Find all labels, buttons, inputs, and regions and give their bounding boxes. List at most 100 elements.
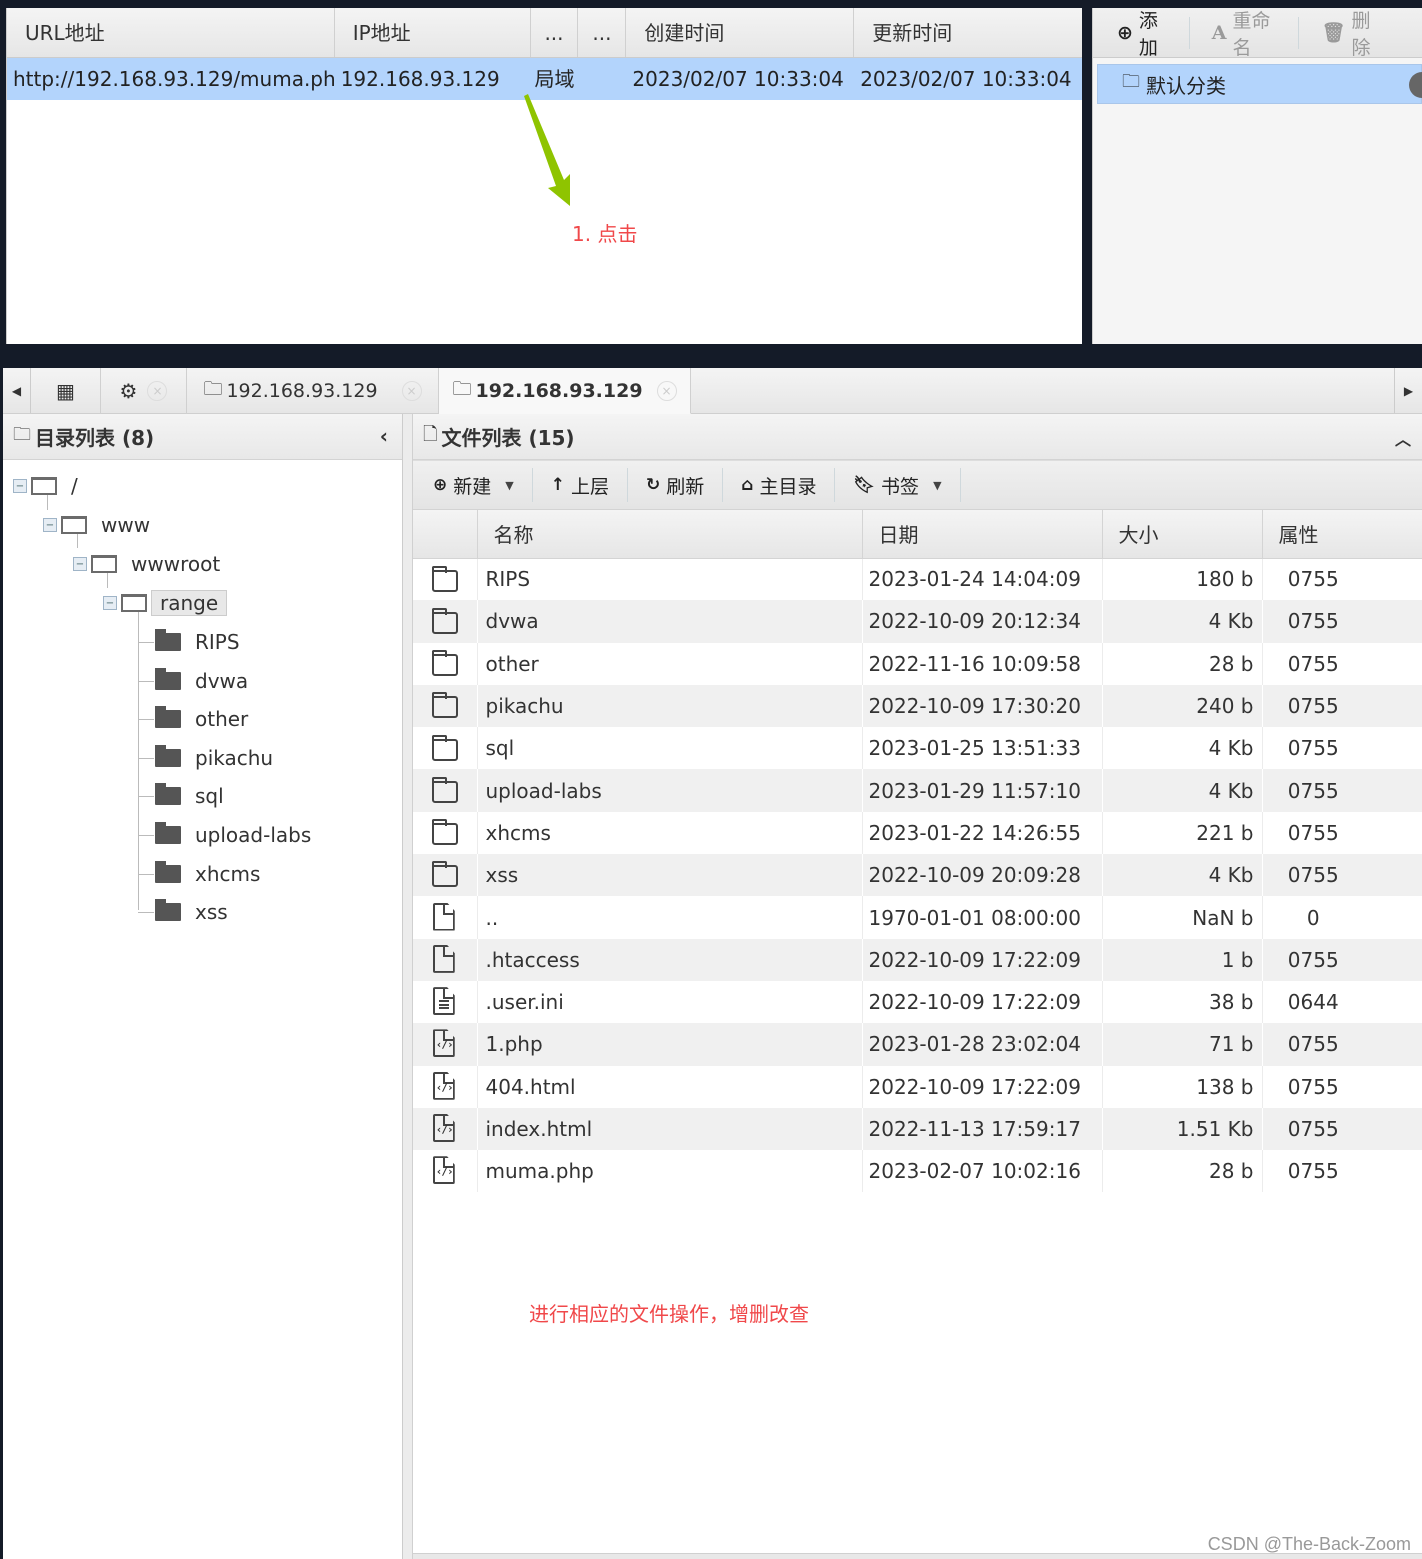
up-button[interactable]: ↑ 上层: [551, 468, 628, 502]
tab-close-button[interactable]: ×: [401, 381, 422, 401]
collapse-toggle-icon[interactable]: −: [43, 518, 57, 532]
rename-label: 重命名: [1232, 9, 1271, 59]
column-header-location[interactable]: ...: [531, 8, 579, 57]
tab-scroll-left[interactable]: ◀: [3, 368, 31, 413]
column-header-name[interactable]: 名称: [477, 510, 863, 559]
file-date: 1970-01-01 08:00:00: [862, 896, 1103, 939]
file-row[interactable]: xss 2022-10-09 20:09:28 4 Kb 0755: [413, 854, 1422, 897]
code-file-icon: ‹/›: [432, 1029, 457, 1059]
file-date: 2022-10-09 20:09:28: [862, 854, 1103, 897]
column-header-ip[interactable]: IP地址: [335, 8, 531, 57]
column-header-attr[interactable]: 属性: [1262, 510, 1422, 559]
tab-home[interactable]: ▦: [31, 368, 101, 414]
rename-category-button[interactable]: A 重命名: [1212, 10, 1300, 59]
category-toolbar: ⊕ 添加 A 重命名 🗑 删除: [1093, 8, 1422, 59]
column-header-date[interactable]: 日期: [862, 510, 1103, 559]
tree-node-label: xhcms: [195, 861, 261, 886]
file-row[interactable]: .user.ini 2022-10-09 17:22:09 38 b 0644: [413, 980, 1422, 1024]
collapse-toggle-icon[interactable]: −: [13, 479, 27, 493]
folder-closed-icon: [155, 744, 181, 767]
arrow-up-icon: ↑: [550, 475, 565, 495]
file-icon-cell: ‹/›: [413, 1023, 478, 1066]
bookmark-icon: 🔖︎: [853, 475, 876, 495]
tab-close-button[interactable]: ×: [147, 381, 168, 401]
column-header-updated[interactable]: 更新时间: [854, 8, 1082, 57]
tree-node-xhcms[interactable]: xhcms: [155, 857, 260, 891]
tab-shell-1[interactable]: 🗀 192.168.93.129 ×: [187, 368, 439, 414]
column-header-note[interactable]: ...: [578, 8, 627, 57]
bookmark-button[interactable]: 🔖︎ 书签 ▼: [853, 468, 961, 502]
file-size: 38 b: [1102, 980, 1263, 1024]
tree-line: [138, 719, 154, 721]
tree-node-www[interactable]: − www: [43, 508, 150, 542]
file-row[interactable]: ‹/› 1.php 2023-01-28 23:02:04 71 b 0755: [413, 1023, 1422, 1066]
file-icon-cell: [413, 769, 478, 812]
file-row[interactable]: dvwa 2022-10-09 20:12:34 4 Kb 0755: [413, 600, 1422, 643]
collapse-up-icon[interactable]: ︿: [1395, 426, 1411, 450]
file-size: 1.51 Kb: [1102, 1107, 1263, 1151]
pane-splitter[interactable]: [403, 414, 413, 1559]
file-row[interactable]: xhcms 2023-01-22 14:26:55 221 b 0755: [413, 811, 1422, 855]
tree-node-rips[interactable]: RIPS: [155, 625, 240, 659]
file-date: 2022-11-16 10:09:58: [862, 642, 1103, 685]
collapse-toggle-icon[interactable]: −: [103, 596, 117, 610]
file-row[interactable]: ‹/› 404.html 2022-10-09 17:22:09 138 b 0755: [413, 1065, 1422, 1108]
annotation-step-2: 进行相应的文件操作，增删改查: [529, 1302, 809, 1326]
file-size: 138 b: [1102, 1065, 1263, 1108]
tab-shell-2[interactable]: 🗀 192.168.93.129 ×: [439, 368, 691, 414]
file-attr: 0755: [1262, 558, 1422, 601]
collapse-toggle-icon[interactable]: −: [73, 557, 87, 571]
column-header-size[interactable]: 大小: [1102, 510, 1263, 559]
column-header-url[interactable]: URL地址: [7, 8, 335, 57]
folder-open-icon: [61, 516, 87, 534]
column-header-created[interactable]: 创建时间: [626, 8, 855, 57]
tree-node-dvwa[interactable]: dvwa: [155, 664, 248, 698]
file-row[interactable]: pikachu 2022-10-09 17:30:20 240 b 0755: [413, 684, 1422, 728]
file-name: upload-labs: [477, 769, 863, 812]
category-item-default[interactable]: 🗀 默认分类: [1097, 64, 1422, 104]
tree-node-wwwroot[interactable]: − wwwroot: [73, 547, 220, 581]
tree-node-pikachu[interactable]: pikachu: [155, 741, 273, 775]
file-date: 2022-11-13 17:59:17: [862, 1107, 1103, 1151]
file-icon-cell: [413, 938, 478, 981]
collapse-left-icon[interactable]: ‹: [380, 424, 388, 448]
new-button[interactable]: ⊕ 新建 ▼: [433, 468, 533, 502]
tree-node-upload-labs[interactable]: upload-labs: [155, 818, 311, 852]
file-icon-cell: [413, 600, 478, 643]
file-row[interactable]: ‹/› muma.php 2023-02-07 10:02:16 28 b 0755: [413, 1150, 1422, 1193]
gear-icon: ⚙: [119, 379, 138, 403]
trash-icon: 🗑: [1321, 22, 1346, 44]
refresh-button[interactable]: ↻ 刷新: [646, 468, 724, 502]
folder-icon: [431, 734, 458, 761]
file-row[interactable]: other 2022-11-16 10:09:58 28 b 0755: [413, 642, 1422, 685]
file-size: 180 b: [1102, 558, 1263, 601]
tree-node-label: range: [151, 590, 228, 616]
directory-pane-header: 🗀 目录列表 (8) ‹: [3, 414, 402, 460]
tree-node-range[interactable]: − range: [103, 586, 228, 620]
file-row[interactable]: ‹/› index.html 2022-11-13 17:59:17 1.51 Kb 0…: [413, 1107, 1422, 1151]
tree-node-sql[interactable]: sql: [155, 779, 224, 813]
home-button[interactable]: ⌂ 主目录: [741, 468, 836, 502]
tab-scroll-right[interactable]: ▶: [1394, 368, 1422, 413]
tab-close-button[interactable]: ×: [656, 380, 677, 401]
file-row[interactable]: RIPS 2023-01-24 14:04:09 180 b 0755: [413, 558, 1422, 601]
file-attr: 0: [1262, 896, 1422, 939]
tree-node-root[interactable]: − /: [13, 469, 78, 503]
file-row[interactable]: upload-labs 2023-01-29 11:57:10 4 Kb 0755: [413, 769, 1422, 812]
shell-manager-section: URL地址 IP地址 ... ... 创建时间 更新时间 http://192.…: [0, 0, 1422, 344]
file-row[interactable]: sql 2023-01-25 13:51:33 4 Kb 0755: [413, 727, 1422, 770]
file-row[interactable]: .. 1970-01-01 08:00:00 NaN b0: [413, 896, 1422, 939]
file-size: 4 Kb: [1102, 727, 1263, 770]
folder-icon: [431, 607, 458, 634]
annotation-arrow-icon: [524, 94, 570, 206]
caret-down-icon: ▼: [505, 478, 514, 492]
delete-category-button[interactable]: 🗑 删除: [1321, 10, 1400, 59]
file-name: index.html: [477, 1107, 863, 1151]
tab-bar-spacer: [691, 368, 1394, 413]
file-attr: 0755: [1262, 1065, 1422, 1108]
tab-settings[interactable]: ⚙ ×: [101, 368, 187, 414]
file-row[interactable]: .htaccess 2022-10-09 17:22:09 1 b 0755: [413, 938, 1422, 981]
tree-node-xss[interactable]: xss: [155, 895, 228, 929]
tree-node-other[interactable]: other: [155, 702, 248, 736]
add-category-button[interactable]: ⊕ 添加: [1117, 10, 1190, 59]
